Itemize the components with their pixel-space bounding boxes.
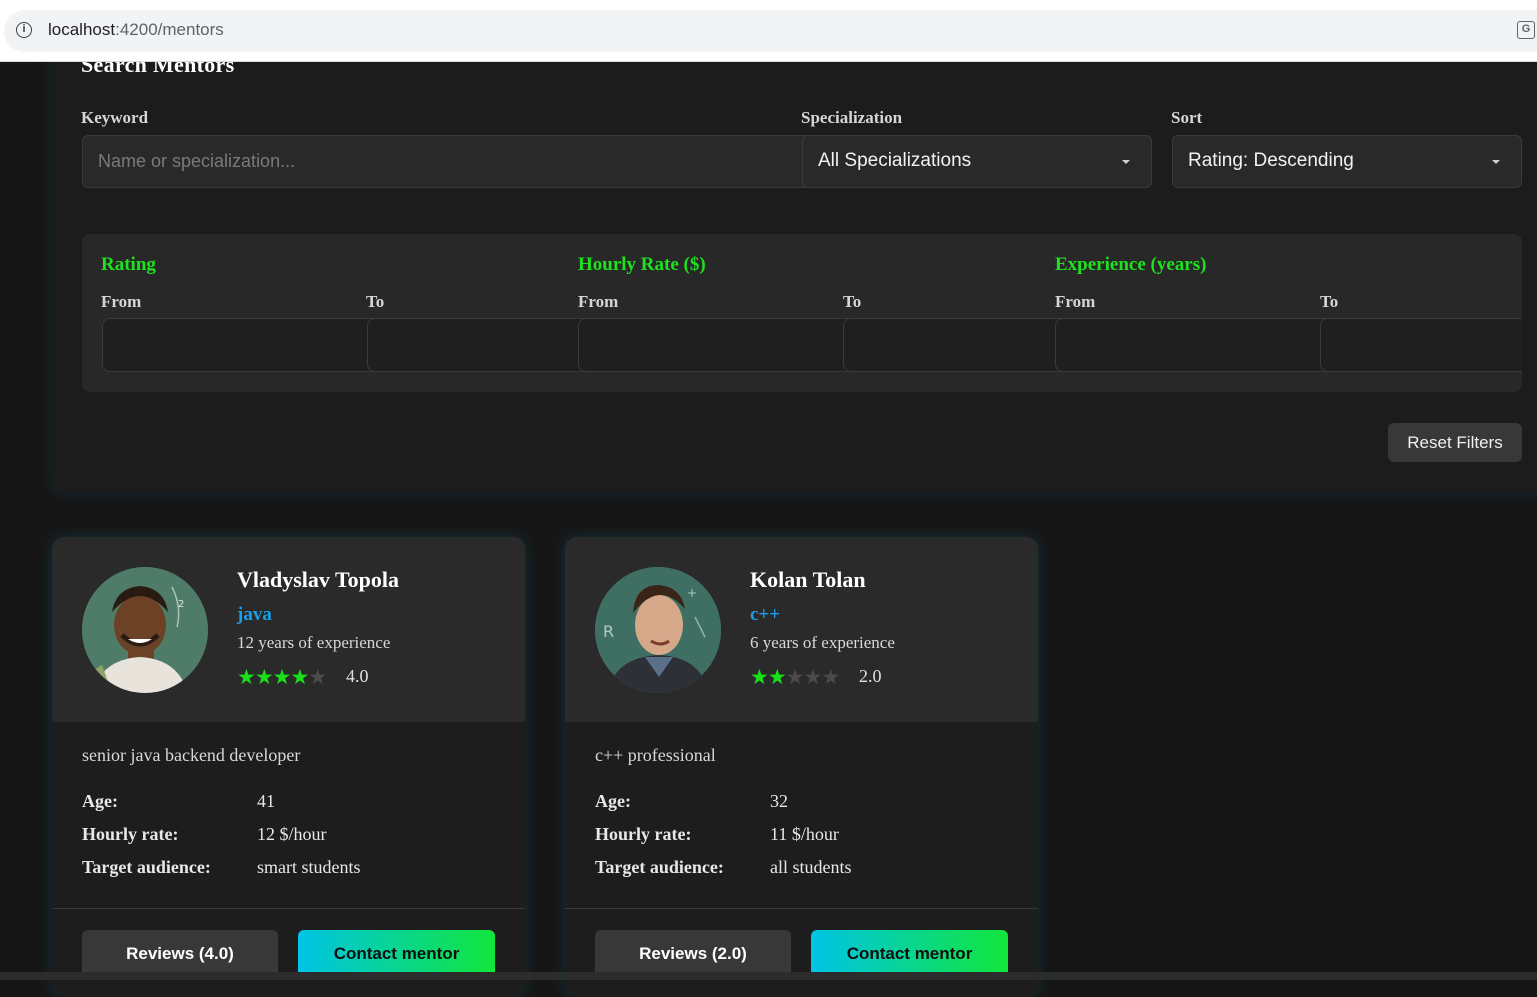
star-empty-icon: ★ bbox=[308, 665, 327, 689]
rating-from-label: From bbox=[101, 292, 142, 311]
age-value: 32 bbox=[770, 791, 788, 811]
mentor-name: Vladyslav Topola bbox=[237, 567, 400, 592]
hourly-rate-to-label: To bbox=[843, 292, 862, 311]
hourly-rate-label: Hourly rate: bbox=[82, 824, 179, 844]
rating-range-title: Rating bbox=[101, 254, 156, 275]
svg-text:+: + bbox=[687, 586, 697, 600]
hourly-rate-value: 12 $/hour bbox=[257, 824, 327, 844]
keyword-input[interactable] bbox=[82, 135, 810, 188]
star-icon: ★ bbox=[254, 665, 274, 689]
sort-label: Sort bbox=[1171, 108, 1203, 127]
star-empty-icon: ★ bbox=[785, 665, 805, 689]
hourly-rate-range-title: Hourly Rate ($) bbox=[578, 254, 706, 275]
avatar-photo: R + bbox=[595, 567, 721, 693]
star-icon: ★ bbox=[767, 665, 787, 689]
url-text-front[interactable]: localhost:4200/mentors bbox=[48, 20, 224, 40]
rating-to-label: To bbox=[366, 292, 385, 311]
mentor-specialization: java bbox=[237, 604, 272, 625]
url-path-front: :4200/mentors bbox=[115, 20, 224, 39]
experience-range-title: Experience (years) bbox=[1055, 254, 1207, 275]
card-divider bbox=[52, 908, 525, 909]
browser-address-bar-front: i localhost:4200/mentors G bbox=[0, 0, 1537, 62]
mentor-specialization: c++ bbox=[750, 604, 781, 625]
target-audience-label: Target audience: bbox=[82, 857, 211, 877]
target-audience-value: smart students bbox=[257, 857, 361, 877]
rating-value: 4.0 bbox=[346, 666, 369, 686]
svg-text:2: 2 bbox=[178, 599, 184, 610]
avatar: 2 bbox=[82, 567, 208, 693]
age-label: Age: bbox=[82, 791, 118, 811]
target-audience-label: Target audience: bbox=[595, 857, 724, 877]
star-rating: ★★★★★ bbox=[237, 665, 327, 689]
reviews-button[interactable]: Reviews (2.0) bbox=[595, 930, 791, 978]
card-header: R + Kolan Tolan c++ 6 years of experienc… bbox=[565, 537, 1038, 722]
star-icon: ★ bbox=[750, 665, 769, 689]
hourly-rate-from-label: From bbox=[578, 292, 619, 311]
star-icon: ★ bbox=[272, 665, 292, 689]
target-audience-value: all students bbox=[770, 857, 852, 877]
mentor-description: senior java backend developer bbox=[82, 745, 301, 765]
info-icon[interactable]: i bbox=[16, 22, 32, 38]
card-divider bbox=[565, 908, 1038, 909]
mentor-name: Kolan Tolan bbox=[750, 567, 866, 592]
sort-value: Rating: Descending bbox=[1188, 150, 1354, 171]
hourly-rate-value: 11 $/hour bbox=[770, 824, 839, 844]
chevron-down-icon bbox=[1492, 160, 1500, 164]
specialization-select[interactable]: All Specializations bbox=[802, 135, 1152, 188]
star-rating: ★★★★★ bbox=[750, 665, 840, 689]
specialization-value: All Specializations bbox=[818, 150, 972, 171]
avatar-photo: 2 bbox=[82, 567, 208, 693]
experience-to-label: To bbox=[1320, 292, 1339, 311]
star-empty-icon: ★ bbox=[821, 665, 840, 689]
hourly-rate-from-input[interactable] bbox=[578, 318, 868, 372]
translate-icon[interactable]: G bbox=[1517, 21, 1535, 39]
mentor-card: 2 Vladyslav Topola java 12 years of expe… bbox=[52, 537, 525, 997]
keyword-label: Keyword bbox=[81, 108, 149, 127]
star-empty-icon: ★ bbox=[803, 665, 822, 689]
url-host-front: localhost bbox=[48, 20, 116, 39]
sort-select[interactable]: Rating: Descending bbox=[1172, 135, 1522, 188]
avatar: R + bbox=[595, 567, 721, 693]
url-field-front[interactable]: i localhost:4200/mentors G bbox=[4, 10, 1537, 52]
svg-text:R: R bbox=[603, 622, 614, 641]
mentor-description: c++ professional bbox=[595, 745, 716, 765]
range-filters: Rating From To Hourly Rate ($) From To E… bbox=[82, 234, 1522, 392]
mentor-card: R + Kolan Tolan c++ 6 years of experienc… bbox=[565, 537, 1038, 997]
rating-from-input[interactable] bbox=[102, 318, 392, 372]
reset-filters-button[interactable]: Reset Filters bbox=[1388, 423, 1522, 462]
specialization-label: Specialization bbox=[801, 108, 903, 127]
contact-mentor-button[interactable]: Contact mentor bbox=[811, 930, 1008, 978]
chevron-down-icon bbox=[1122, 160, 1130, 164]
experience-from-input[interactable] bbox=[1055, 318, 1345, 372]
hourly-rate-label: Hourly rate: bbox=[595, 824, 692, 844]
experience-to-input[interactable] bbox=[1320, 318, 1522, 372]
star-icon: ★ bbox=[237, 665, 256, 689]
rating-value: 2.0 bbox=[859, 666, 882, 686]
mentor-experience: 6 years of experience bbox=[750, 633, 895, 652]
contact-mentor-button[interactable]: Contact mentor bbox=[298, 930, 495, 978]
experience-from-label: From bbox=[1055, 292, 1096, 311]
reviews-button[interactable]: Reviews (4.0) bbox=[82, 930, 278, 978]
star-icon: ★ bbox=[290, 665, 309, 689]
mentor-experience: 12 years of experience bbox=[237, 633, 391, 652]
bottom-edge bbox=[0, 972, 1537, 980]
age-value: 41 bbox=[257, 791, 275, 811]
age-label: Age: bbox=[595, 791, 631, 811]
card-header: 2 Vladyslav Topola java 12 years of expe… bbox=[52, 537, 525, 722]
